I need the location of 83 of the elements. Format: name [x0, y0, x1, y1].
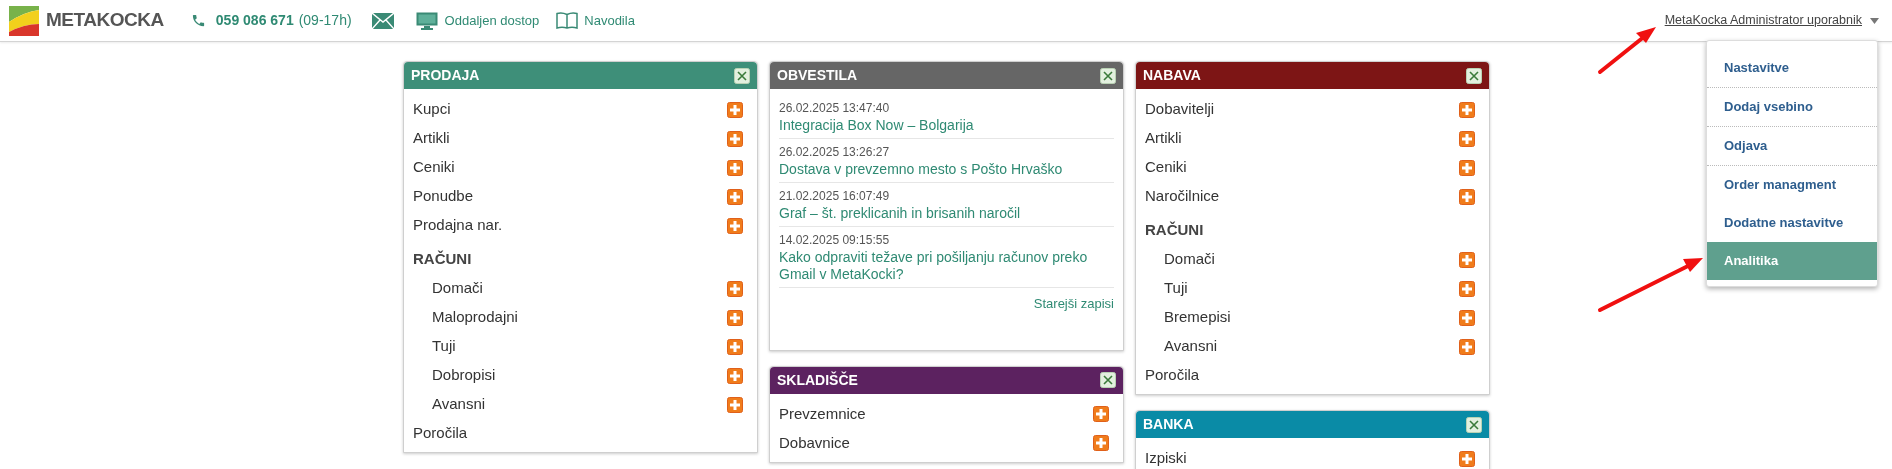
add-icon[interactable]: [1459, 251, 1475, 268]
panel-title: SKLADIŠČE: [777, 370, 858, 390]
add-icon[interactable]: [727, 309, 743, 326]
add-icon[interactable]: [1459, 188, 1475, 205]
section-heading: RAČUNI: [413, 248, 473, 269]
menu-link[interactable]: Poročila: [413, 422, 468, 445]
news-date: 14.02.2025 09:15:55: [779, 232, 891, 249]
logo-text: METAKOCKA: [46, 8, 164, 33]
news-link[interactable]: Graf – št. preklicanih in brisanih naročil: [779, 205, 1114, 222]
add-icon[interactable]: [727, 367, 743, 384]
monitor-icon[interactable]: [415, 11, 438, 30]
panel-title: NABAVA: [1143, 66, 1201, 85]
menu-link[interactable]: Poročila: [1145, 364, 1200, 387]
add-icon[interactable]: [727, 280, 743, 297]
add-icon[interactable]: [727, 159, 743, 176]
add-icon[interactable]: [1093, 435, 1109, 451]
book-icon[interactable]: [556, 12, 579, 29]
news-date: 26.02.2025 13:26:27: [779, 144, 891, 161]
menu-link[interactable]: Avansni: [1164, 335, 1218, 358]
phone-hours: (09-17h): [298, 11, 352, 30]
news-link[interactable]: Dostava v prevzemno mesto s Pošto Hrvaško: [779, 161, 1114, 178]
menu-link[interactable]: Prevzemnice: [779, 402, 866, 426]
annotation-arrow: [1598, 27, 1656, 74]
menu-link[interactable]: Artikli: [1145, 127, 1182, 150]
add-icon[interactable]: [727, 130, 743, 147]
panel-title: BANKA: [1143, 415, 1194, 434]
add-icon[interactable]: [727, 217, 743, 234]
phone-number: 059 086 671: [215, 11, 294, 30]
add-icon[interactable]: [1459, 101, 1475, 118]
menu-link[interactable]: Avansni: [432, 393, 486, 416]
close-icon[interactable]: [1466, 67, 1482, 84]
add-icon[interactable]: [1459, 338, 1475, 355]
mail-icon[interactable]: [371, 12, 394, 29]
menu-link[interactable]: Ceniki: [413, 156, 455, 179]
menu-link[interactable]: Ceniki: [1145, 156, 1187, 179]
dropdown-item[interactable]: Order managment: [1707, 166, 1877, 204]
menu-link[interactable]: Bremepisi: [1164, 306, 1231, 329]
menu-link[interactable]: Ponudbe: [413, 185, 474, 208]
add-icon[interactable]: [727, 188, 743, 205]
older-posts-link[interactable]: Starejši zapisi: [1033, 294, 1114, 314]
close-icon[interactable]: [1100, 372, 1116, 388]
close-icon[interactable]: [734, 67, 750, 84]
add-icon[interactable]: [727, 101, 743, 118]
add-icon[interactable]: [727, 338, 743, 355]
add-icon[interactable]: [1459, 159, 1475, 176]
add-icon[interactable]: [727, 396, 743, 413]
menu-link[interactable]: Artikli: [413, 127, 450, 150]
add-icon[interactable]: [1093, 406, 1109, 422]
user-link[interactable]: MetaKocka Administrator uporabnik: [1664, 11, 1862, 30]
news-link[interactable]: Kako odpraviti težave pri pošiljanju računov preko Gmail v MetaKocki?: [779, 249, 1114, 283]
menu-link[interactable]: Izpiski: [1145, 447, 1187, 469]
section-heading: RAČUNI: [1145, 219, 1205, 240]
remote-access-link[interactable]: Oddaljen dostop: [444, 10, 540, 31]
menu-link[interactable]: Domači: [432, 277, 483, 300]
menu-link[interactable]: Dobavnice: [779, 431, 850, 455]
dropdown-item[interactable]: Dodatne nastavitve: [1707, 204, 1877, 242]
menu-link[interactable]: Tuji: [432, 335, 456, 358]
panel-title: PRODAJA: [411, 66, 480, 85]
add-icon[interactable]: [1459, 130, 1475, 147]
menu-link[interactable]: Tuji: [1164, 277, 1188, 300]
dropdown-item[interactable]: Dodaj vsebino: [1707, 88, 1877, 126]
add-icon[interactable]: [1459, 309, 1475, 326]
menu-link[interactable]: Naročilnice: [1145, 185, 1220, 208]
phone-icon: [190, 13, 206, 28]
add-icon[interactable]: [1459, 280, 1475, 297]
menu-link[interactable]: Kupci: [413, 98, 451, 121]
close-icon[interactable]: [1466, 416, 1482, 433]
menu-link[interactable]: Dobavitelji: [1145, 98, 1215, 121]
panel-title: OBVESTILA: [777, 66, 858, 85]
logo-icon: [9, 5, 39, 36]
add-icon[interactable]: [1459, 450, 1475, 467]
news-date: 26.02.2025 13:47:40: [779, 100, 891, 117]
menu-link[interactable]: Maloprodajni: [432, 306, 518, 329]
dropdown-item[interactable]: Nastavitve: [1707, 49, 1877, 87]
manual-link[interactable]: Navodila: [584, 10, 635, 31]
menu-link[interactable]: Dobropisi: [432, 364, 496, 387]
news-date: 21.02.2025 16:07:49: [779, 188, 891, 205]
menu-link[interactable]: Domači: [1164, 248, 1215, 271]
dropdown-item[interactable]: Odjava: [1707, 127, 1877, 165]
close-icon[interactable]: [1100, 67, 1116, 84]
menu-link[interactable]: Prodajna nar.: [413, 214, 503, 237]
caret-icon[interactable]: [1870, 17, 1879, 24]
news-link[interactable]: Integracija Box Now – Bolgarija: [779, 117, 1114, 134]
